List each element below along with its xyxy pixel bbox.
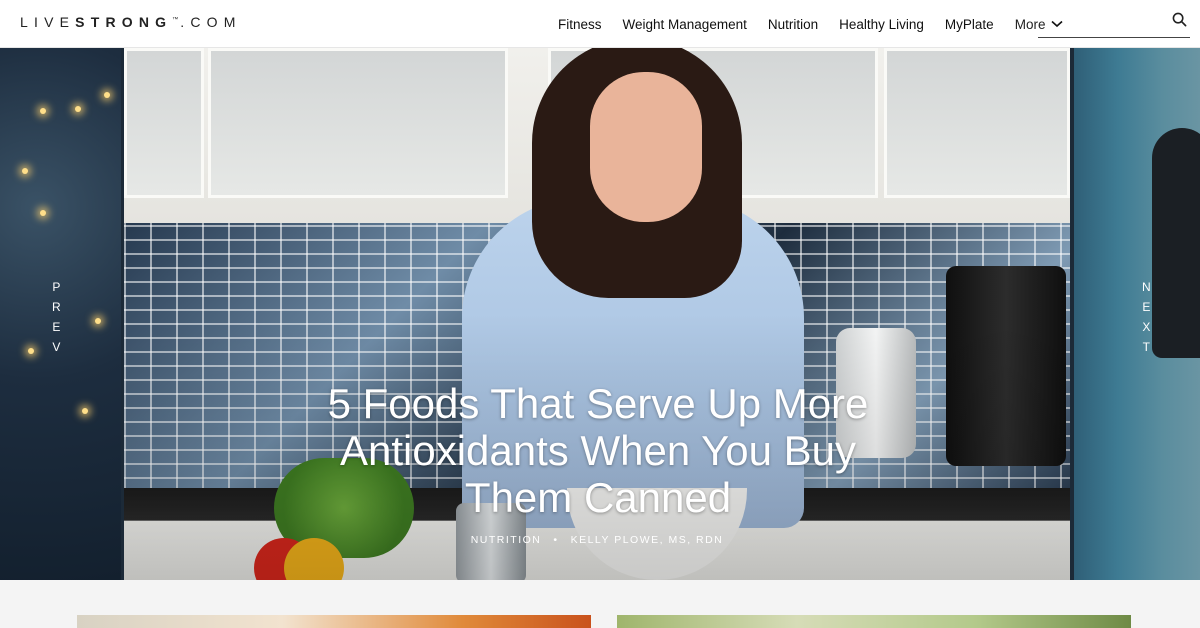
- string-light-icon: [28, 348, 34, 354]
- string-light-icon: [22, 168, 28, 174]
- article-card-image[interactable]: [617, 615, 1131, 628]
- featured-slide[interactable]: 5 Foods That Serve Up More Antioxidants …: [124, 48, 1070, 580]
- string-light-icon: [82, 408, 88, 414]
- nav-item-fitness[interactable]: Fitness: [558, 17, 602, 32]
- next-button[interactable]: N E X T: [1142, 280, 1151, 354]
- hero-carousel: 5 Foods That Serve Up More Antioxidants …: [0, 48, 1200, 580]
- search-icon[interactable]: [1172, 12, 1187, 27]
- string-light-icon: [95, 318, 101, 324]
- nav-item-myplate[interactable]: MyPlate: [945, 17, 994, 32]
- slide-category[interactable]: Nutrition: [471, 534, 542, 546]
- separator-dot: •: [553, 534, 559, 546]
- slide-author[interactable]: Kelly Plowe, MS, RDN: [571, 534, 724, 546]
- string-light-icon: [104, 92, 110, 98]
- string-light-icon: [40, 108, 46, 114]
- slide-meta: Nutrition • Kelly Plowe, MS, RDN: [124, 534, 1070, 546]
- site-header: LIVESTRONG™ .COM Fitness Weight Managemen…: [0, 0, 1200, 48]
- article-grid: [0, 580, 1200, 628]
- nav-item-weight-management[interactable]: Weight Management: [623, 17, 747, 32]
- main-nav: Fitness Weight Management Nutrition Heal…: [558, 0, 1064, 48]
- article-card-image[interactable]: [77, 615, 591, 628]
- string-light-icon: [75, 106, 81, 112]
- prev-button[interactable]: P R E V: [52, 280, 61, 354]
- site-logo[interactable]: LIVESTRONG™ .COM: [20, 14, 242, 30]
- search-input[interactable]: [1038, 8, 1166, 36]
- nav-item-healthy-living[interactable]: Healthy Living: [839, 17, 924, 32]
- nav-item-nutrition[interactable]: Nutrition: [768, 17, 818, 32]
- string-light-icon: [40, 210, 46, 216]
- search-box: [1038, 8, 1190, 38]
- next-slide-image[interactable]: [1074, 48, 1200, 580]
- slide-headline[interactable]: 5 Foods That Serve Up More Antioxidants …: [288, 380, 908, 521]
